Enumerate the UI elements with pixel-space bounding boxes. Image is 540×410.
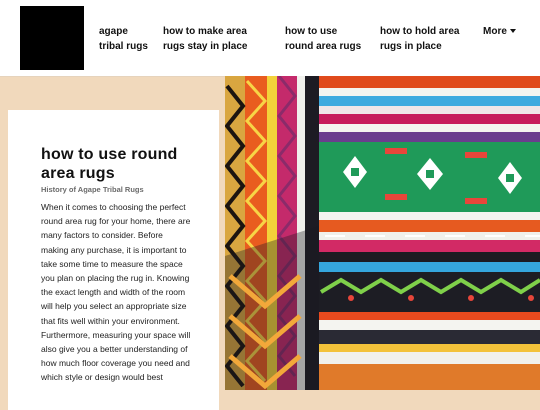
nav-more-label: More: [483, 26, 507, 37]
page-title: how to use round area rugs: [41, 146, 178, 182]
site-header: agape tribal rugs how to make area rugs …: [0, 0, 540, 77]
article-card: how to use round area rugs History of Ag…: [8, 110, 219, 410]
article-subtitle: History of Agape Tribal Rugs: [41, 185, 144, 194]
nav-item-agape-tribal-rugs[interactable]: agape tribal rugs: [99, 24, 149, 54]
nav-item-make-rugs-stay[interactable]: how to make area rugs stay in place: [163, 24, 268, 54]
hero-image: [225, 76, 540, 390]
chevron-down-icon: [509, 29, 516, 34]
woven-rug-image: [225, 76, 540, 390]
nav-more-menu[interactable]: More: [483, 24, 523, 39]
site-logo[interactable]: [20, 6, 84, 70]
nav-item-hold-rugs[interactable]: how to hold area rugs in place: [380, 24, 460, 54]
article-body: When it comes to choosing the perfect ro…: [41, 202, 191, 383]
nav-item-use-round-rugs[interactable]: how to use round area rugs: [285, 24, 365, 54]
